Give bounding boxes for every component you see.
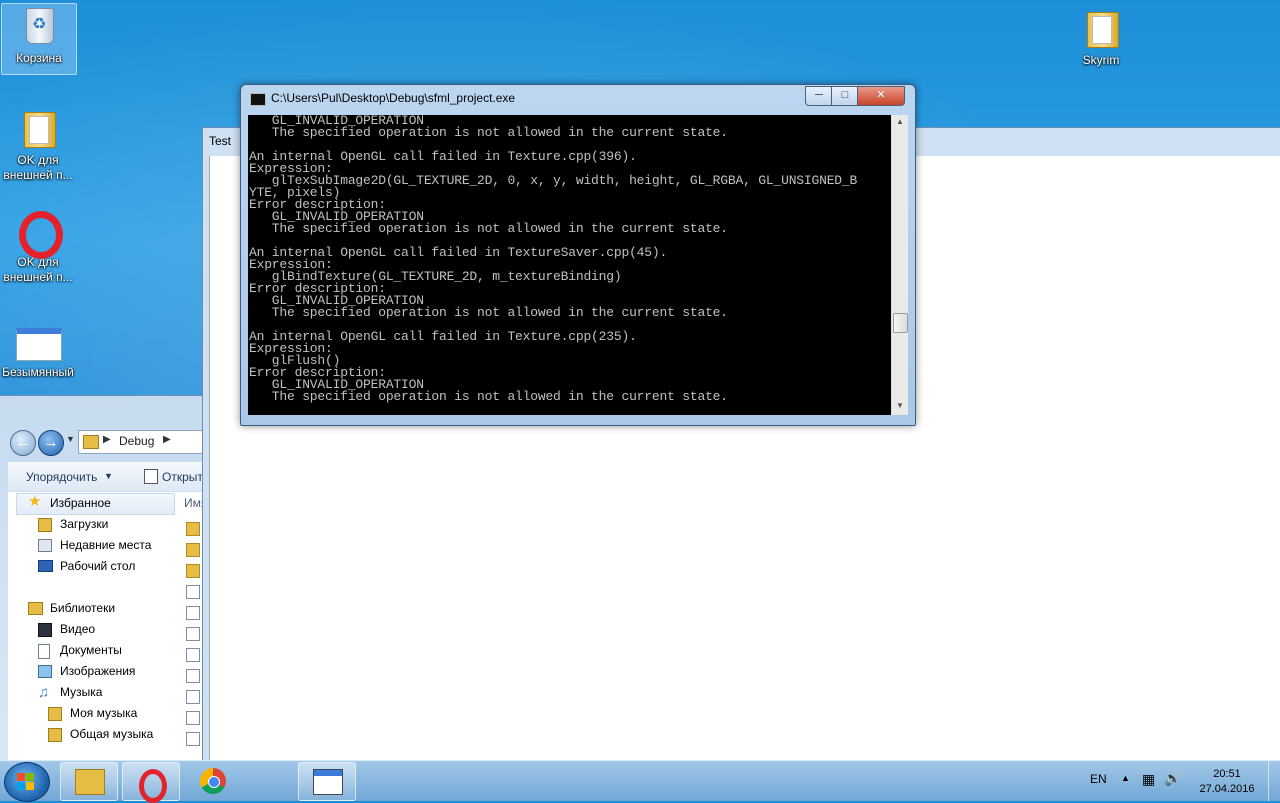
- explorer-window[interactable]: ← → ▼ ▶ Debug ▶ Упорядочить ▼ Открыть ★ …: [0, 395, 203, 762]
- desktop-icon-ok-opera[interactable]: OK для внешней п...: [1, 208, 75, 285]
- console-scrollbar[interactable]: ▲ ▼: [891, 115, 908, 415]
- nav-item-label: Избранное: [50, 496, 111, 510]
- taskbar-chrome-button[interactable]: [184, 762, 242, 801]
- nav-item-label: Документы: [60, 643, 122, 657]
- recent-places-icon: [38, 539, 52, 552]
- nav-item-label: Видео: [60, 622, 96, 636]
- network-icon[interactable]: ▦: [1142, 771, 1155, 788]
- star-icon: ★: [28, 493, 42, 510]
- clock-time: 20:51: [1213, 768, 1241, 780]
- nav-item-label: Музыка: [60, 685, 103, 699]
- clock-date: 27.04.2016: [1199, 783, 1255, 795]
- system-clock[interactable]: 20:51 27.04.2016: [1192, 767, 1262, 797]
- back-arrow-icon[interactable]: ←: [10, 430, 36, 456]
- minimize-button[interactable]: ─: [805, 86, 833, 106]
- taskbar: EN ▲ ▦ 🔊 20:51 27.04.2016: [0, 760, 1280, 803]
- folder-icon[interactable]: [186, 522, 200, 536]
- console-output[interactable]: GL_INVALID_OPERATION The specified opera…: [248, 115, 891, 415]
- desktop-icon-skyrim[interactable]: Skyrim: [1064, 6, 1138, 68]
- documents-library-icon: [38, 644, 50, 659]
- folder-icon: [83, 435, 99, 449]
- chrome-icon: [200, 768, 226, 794]
- show-desktop-button[interactable]: [1268, 761, 1280, 801]
- navigation-pane: ★ Избранное Загрузки Недавние места Рабо…: [8, 492, 177, 761]
- breadcrumb-arrow-icon[interactable]: ▶: [163, 434, 171, 445]
- file-icon[interactable]: [186, 627, 200, 641]
- nav-item-label: Библиотеки: [50, 601, 116, 615]
- nav-item-label: Изображения: [60, 664, 136, 678]
- file-icon[interactable]: [186, 669, 200, 683]
- music-note-icon: ♫: [38, 684, 50, 701]
- column-header-name[interactable]: Имя: [184, 496, 202, 510]
- volume-icon[interactable]: 🔊: [1164, 770, 1181, 787]
- desktop-icon-label: Skyrim: [1082, 53, 1120, 67]
- recycle-bin-icon: [17, 4, 61, 48]
- file-icon[interactable]: [186, 711, 200, 725]
- file-icon[interactable]: [186, 585, 200, 599]
- taskbar-opera-button[interactable]: [122, 762, 180, 803]
- file-icon[interactable]: [186, 648, 200, 662]
- explorer-toolbar: Упорядочить ▼ Открыть: [8, 462, 202, 491]
- folder-icon[interactable]: [186, 543, 200, 557]
- scroll-down-arrow-icon[interactable]: ▼: [892, 401, 908, 413]
- breadcrumb-debug[interactable]: Debug: [119, 434, 154, 448]
- desktop-icon-label: OK для внешней п...: [3, 153, 73, 182]
- taskbar-explorer-button[interactable]: [60, 762, 118, 801]
- desktop-icon-ok-folder[interactable]: OK для внешней п...: [1, 106, 75, 183]
- open-icon: [144, 469, 158, 484]
- window-file-icon: [16, 318, 62, 362]
- folder-icon: [1079, 6, 1123, 50]
- chevron-down-icon: ▼: [104, 471, 113, 481]
- console-app-icon[interactable]: [250, 93, 266, 106]
- desktop-icon-untitled[interactable]: Безымянный: [1, 318, 75, 380]
- breadcrumb-arrow-icon[interactable]: ▶: [103, 434, 111, 445]
- folder-icon: [48, 707, 62, 721]
- pictures-library-icon: [38, 665, 52, 678]
- console-text: GL_INVALID_OPERATION The specified opera…: [249, 115, 858, 404]
- desktop-icon: [38, 560, 53, 572]
- explorer-icon: [75, 769, 105, 795]
- console-window[interactable]: C:\Users\Pul\Desktop\Debug\sfml_project.…: [240, 84, 916, 426]
- video-library-icon: [38, 623, 52, 637]
- show-hidden-icons-arrow[interactable]: ▲: [1121, 773, 1130, 783]
- forward-arrow-icon[interactable]: →: [38, 430, 64, 456]
- close-button[interactable]: ✕: [857, 86, 905, 106]
- nav-item-label: Загрузки: [60, 517, 109, 531]
- address-bar[interactable]: ▶ Debug ▶: [78, 430, 202, 454]
- maximize-button[interactable]: □: [831, 86, 859, 106]
- taskbar-app-window-button[interactable]: [298, 762, 356, 801]
- file-list-pane[interactable]: Имя: [176, 492, 202, 761]
- nav-item-label: Моя музыка: [70, 706, 138, 720]
- libraries-icon: [28, 602, 43, 615]
- nav-item-label: Рабочий стол: [60, 559, 136, 573]
- language-indicator[interactable]: EN: [1090, 772, 1107, 786]
- desktop-icon-label: OK для внешней п...: [3, 255, 73, 284]
- downloads-folder-icon: [38, 518, 52, 532]
- file-icon[interactable]: [186, 732, 200, 746]
- scrollbar-thumb[interactable]: [893, 313, 908, 333]
- folder-icon: [48, 728, 62, 742]
- folder-icon[interactable]: [186, 564, 200, 578]
- desktop-icon-label: Безымянный: [2, 365, 74, 379]
- recent-pages-dropdown-icon[interactable]: ▼: [66, 434, 75, 444]
- file-icon[interactable]: [186, 690, 200, 704]
- opera-icon: [16, 208, 63, 259]
- open-button[interactable]: Открыть: [162, 470, 202, 484]
- start-button[interactable]: [4, 762, 50, 802]
- desktop-icon-label: Корзина: [16, 51, 62, 65]
- nav-item-label: Общая музыка: [70, 727, 154, 741]
- windows-logo-icon: [17, 773, 35, 791]
- desktop-icon-recycle-bin[interactable]: Корзина: [1, 3, 77, 75]
- folder-icon: [16, 106, 60, 150]
- app-window-icon: [313, 769, 343, 795]
- nav-item-label: Недавние места: [60, 538, 152, 552]
- opera-icon: [139, 769, 167, 803]
- file-icon[interactable]: [186, 606, 200, 620]
- console-window-title: C:\Users\Pul\Desktop\Debug\sfml_project.…: [271, 91, 516, 105]
- scroll-up-arrow-icon[interactable]: ▲: [892, 117, 908, 129]
- organize-button[interactable]: Упорядочить: [26, 470, 97, 484]
